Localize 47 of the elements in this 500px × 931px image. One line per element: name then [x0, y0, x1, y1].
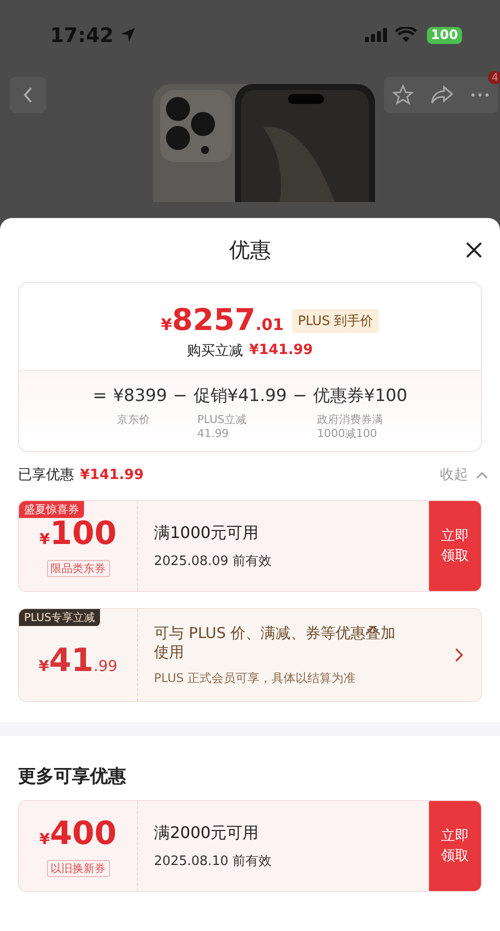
more-icon[interactable] — [470, 92, 490, 98]
applied-discount-label: 已享优惠 — [18, 466, 74, 484]
coupon-corner-tag: 盛夏惊喜券 — [19, 501, 84, 518]
chevron-right-icon[interactable] — [455, 648, 463, 662]
claim-button[interactable]: 立即领取 — [429, 501, 481, 591]
signal-icon — [364, 28, 389, 42]
savings-label: 购买立减 — [187, 342, 244, 360]
coupon-condition: 满2000元可用 — [154, 822, 260, 844]
coupon-condition: 可与 PLUS 价、满减、券等优惠叠加使用 — [154, 624, 397, 662]
coupon-amount: ¥41.99 — [38, 642, 118, 681]
status-time: 17:42 — [50, 23, 114, 47]
price-term-note: 政府消费券满 1000减100 — [316, 413, 384, 441]
star-icon[interactable] — [392, 84, 414, 106]
notification-badge: 4 — [488, 71, 500, 84]
coupon-scope-tag: 以旧换新券 — [46, 860, 110, 877]
section-title: 更多可享优惠 — [17, 765, 127, 789]
price-term: ¥8399 — [112, 385, 168, 407]
caret-icon — [476, 471, 488, 479]
coupon-amount: ¥400 — [39, 815, 117, 854]
collapse-button[interactable]: 收起 — [440, 466, 488, 484]
share-icon[interactable] — [430, 84, 454, 106]
price-term: 优惠券¥100 — [313, 385, 408, 407]
savings-amount: ¥141.99 — [249, 342, 313, 360]
coupon-condition: 满1000元可用 — [154, 522, 260, 544]
price-term-note: 京东价 — [116, 413, 151, 427]
coupon-validity: PLUS 正式会员可享，具体以结算为准 — [154, 670, 357, 686]
coupon-amount: ¥100 — [39, 515, 117, 554]
operator: − — [173, 385, 188, 407]
location-arrow-icon — [120, 27, 136, 43]
back-button[interactable] — [10, 77, 46, 113]
plus-price-tag: PLUS 到手价 — [292, 308, 380, 332]
price-term: 促销¥41.99 — [193, 385, 287, 407]
close-icon[interactable] — [465, 241, 483, 259]
battery-level: 100 — [426, 26, 462, 44]
coupon-corner-tag: PLUS专享立减 — [19, 609, 100, 626]
claim-button[interactable]: 立即领取 — [429, 801, 481, 891]
coupon-validity: 2025.08.10 前有效 — [154, 852, 273, 870]
sheet-title: 优惠 — [229, 237, 271, 264]
chevron-left-icon — [22, 86, 34, 104]
coupon-scope-tag: 限品类东券 — [46, 560, 110, 577]
applied-discount-amount: ¥141.99 — [80, 467, 144, 483]
operator: − — [292, 385, 308, 407]
final-price: ¥8257.01 — [160, 303, 284, 338]
wifi-icon — [394, 27, 417, 43]
coupon-validity: 2025.08.09 前有效 — [154, 552, 273, 570]
price-term-note: PLUS立减 41.99 — [196, 413, 248, 441]
operator: = — [92, 385, 107, 407]
